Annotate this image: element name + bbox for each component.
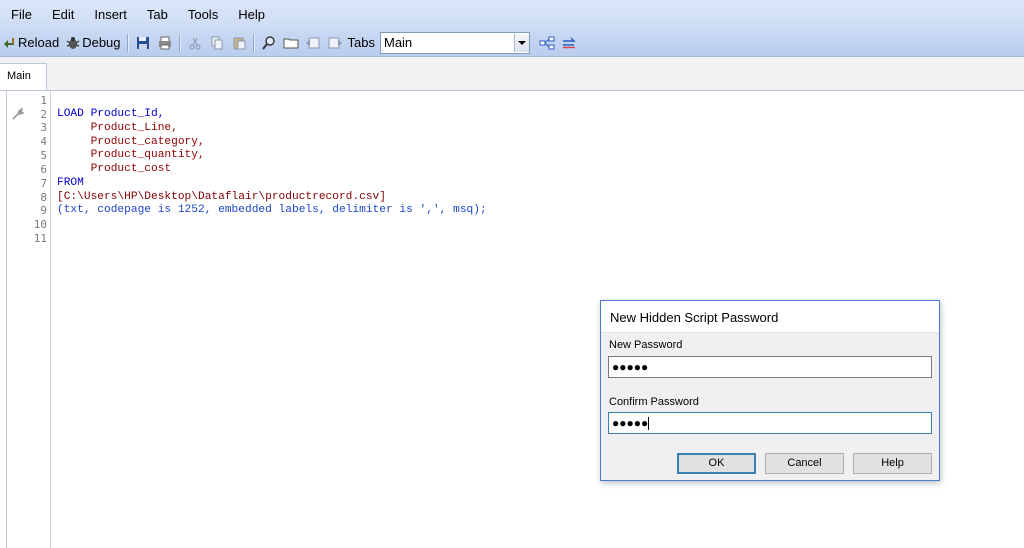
line-number: 8 [40, 191, 47, 204]
code-line-2-text: LOAD Product_Id, [57, 108, 165, 120]
scissors-icon [187, 35, 203, 51]
password-dialog: New Hidden Script Password New Password … [600, 300, 940, 481]
ok-button[interactable]: OK [677, 453, 756, 474]
copy-icon [209, 35, 225, 51]
tab-right-button[interactable] [324, 31, 346, 54]
toolbar-separator [178, 33, 181, 52]
code-line-3: Product_Line, [57, 122, 178, 134]
help-button[interactable]: Help [853, 453, 932, 474]
dialog-title: New Hidden Script Password [601, 301, 939, 333]
paste-icon [231, 35, 247, 51]
line-number-gutter: 1 2 3 4 5 6 7 8 9 10 11 [7, 91, 51, 548]
find-button[interactable] [258, 31, 280, 54]
new-password-label: New Password [609, 339, 683, 351]
confirm-password-label: Confirm Password [609, 396, 699, 408]
line-number: 1 [40, 94, 47, 107]
menu-bar: File Edit Insert Tab Tools Help [0, 0, 1024, 29]
line-number: 6 [40, 163, 47, 176]
new-password-field[interactable]: ●●●●● [608, 356, 932, 378]
print-button[interactable] [154, 31, 176, 54]
menu-insert[interactable]: Insert [84, 0, 137, 29]
line-number: 11 [33, 232, 47, 245]
code-line-8: [C:\Users\HP\Desktop\Dataflair\productre… [57, 191, 386, 203]
confirm-password-field[interactable]: ●●●●● [608, 412, 932, 434]
toolbar-separator [252, 33, 255, 52]
reload-label: Reload [18, 35, 60, 50]
line-number: 10 [33, 218, 47, 231]
tab-strip: Main [0, 57, 1024, 91]
menu-tab[interactable]: Tab [137, 0, 178, 29]
line-number: 5 [40, 149, 47, 162]
tab-left-icon [305, 35, 321, 51]
code-line-5: Product_quantity, [57, 149, 205, 161]
table-viewer-icon [539, 35, 555, 51]
bug-icon [65, 35, 81, 51]
toolbar: Reload Debug Tabs Main [0, 29, 1024, 57]
syntax-check-icon [561, 35, 577, 51]
debug-label: Debug [82, 35, 121, 50]
tabs-label: Tabs [347, 35, 375, 50]
tab-select-value: Main [383, 35, 413, 50]
paste-button[interactable] [228, 31, 250, 54]
table-viewer-button[interactable] [536, 31, 558, 54]
cancel-button[interactable]: Cancel [765, 453, 844, 474]
line-number: 9 [40, 204, 47, 217]
code-line-6: Product_cost [57, 163, 172, 175]
menu-file[interactable]: File [0, 0, 42, 29]
toolbar-separator [126, 33, 129, 52]
reload-icon [1, 35, 17, 51]
menu-help[interactable]: Help [228, 0, 275, 29]
save-button[interactable] [132, 31, 154, 54]
line-number: 2 [40, 108, 47, 121]
open-folder-button[interactable] [280, 31, 302, 54]
line-number: 3 [40, 121, 47, 134]
text-caret [648, 417, 650, 431]
line-number: 4 [40, 135, 47, 148]
chevron-down-icon[interactable] [513, 33, 529, 52]
debug-button[interactable]: Debug [62, 31, 123, 54]
tab-select[interactable]: Main [379, 31, 530, 54]
save-icon [135, 35, 151, 51]
code-line-2: LOAD Product_Id, [57, 108, 164, 122]
code-line-7: FROM [57, 177, 84, 189]
tab-main[interactable]: Main [0, 63, 47, 90]
print-icon [157, 35, 173, 51]
copy-button[interactable] [206, 31, 228, 54]
menu-edit[interactable]: Edit [42, 0, 84, 29]
folder-icon [283, 35, 299, 51]
menu-tools[interactable]: Tools [178, 0, 228, 29]
code-line-9: (txt, codepage is 1252, embedded labels,… [57, 204, 487, 216]
tab-right-icon [327, 35, 343, 51]
code-line-4: Product_category, [57, 136, 205, 148]
syntax-check-button[interactable] [558, 31, 580, 54]
magnifier-icon [261, 35, 277, 51]
line-number: 7 [40, 177, 47, 190]
cut-button[interactable] [184, 31, 206, 54]
new-password-value: ●●●●● [612, 360, 649, 374]
confirm-password-value: ●●●●● [612, 416, 649, 430]
tabs-button[interactable]: Tabs [346, 31, 378, 54]
reload-button[interactable]: Reload [0, 31, 62, 54]
tab-left-button[interactable] [302, 31, 324, 54]
